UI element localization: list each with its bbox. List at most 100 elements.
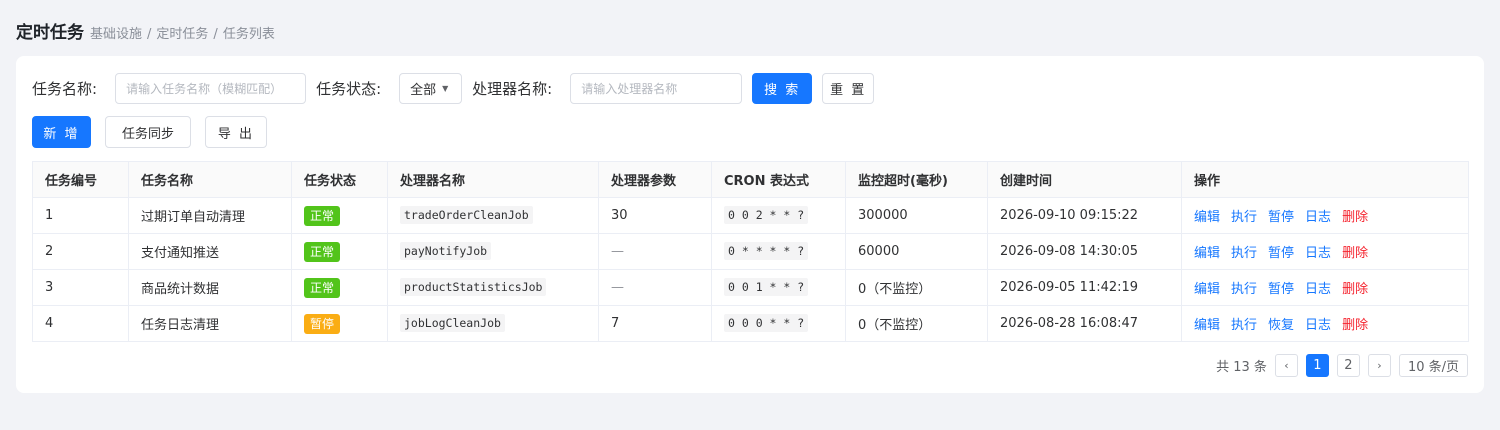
page-title: 定时任务 [16, 23, 84, 43]
status-badge: 正常 [304, 205, 341, 226]
edit-link[interactable]: 编辑 [1194, 282, 1220, 297]
pagination: 共 13 条 ‹ 1 2 › 10 条/页 [1216, 354, 1468, 377]
operations-cell: 编辑 执行 暂停 日志 删除 [1181, 233, 1469, 270]
log-link[interactable]: 日志 [1305, 282, 1331, 297]
edit-link[interactable]: 编辑 [1194, 246, 1220, 261]
created-time-cell: 2026-09-05 11:42:19 [987, 269, 1182, 306]
handler-param-cell: — [598, 233, 712, 270]
column-header: 处理器名称 [387, 161, 599, 198]
execute-link[interactable]: 执行 [1231, 318, 1257, 333]
handler-param-cell: — [598, 269, 712, 306]
task-status-value: 全部 [410, 83, 437, 98]
cron-code: 0 0 0 * * ? [724, 314, 809, 332]
breadcrumb-item[interactable]: 定时任务 [156, 27, 208, 42]
column-header: 任务编号 [32, 161, 129, 198]
task-id-cell: 2 [32, 233, 129, 270]
handler-name-cell: jobLogCleanJob [387, 305, 599, 342]
column-header: 操作 [1181, 161, 1469, 198]
reset-button[interactable]: 重 置 [822, 73, 875, 104]
page-header: 定时任务 基础设施 / 定时任务 / 任务列表 [16, 18, 275, 43]
execute-link[interactable]: 执行 [1231, 246, 1257, 261]
task-status-cell: 暂停 [291, 305, 388, 342]
table-row: 3 商品统计数据 正常 productStatisticsJob — 0 0 1… [32, 269, 1469, 306]
column-header: 处理器参数 [598, 161, 712, 198]
page-button-current[interactable]: 1 [1305, 354, 1329, 377]
handler-code: jobLogCleanJob [400, 314, 505, 332]
log-link[interactable]: 日志 [1305, 246, 1331, 261]
search-form: 任务名称: 任务状态: 全部 ▼ 处理器名称: 搜 索 重 置 [32, 73, 875, 104]
cron-cell: 0 0 1 * * ? [711, 269, 846, 306]
task-id-cell: 4 [32, 305, 129, 342]
timeout-cell: 60000 [845, 233, 988, 270]
export-button[interactable]: 导 出 [205, 116, 267, 148]
task-status-label: 任务状态: [316, 80, 382, 98]
breadcrumb-item-current: 任务列表 [222, 27, 275, 42]
table-header-row: 任务编号 任务名称 任务状态 处理器名称 处理器参数 CRON 表达式 监控超时… [32, 161, 1469, 198]
column-header: CRON 表达式 [711, 161, 846, 198]
log-link[interactable]: 日志 [1305, 210, 1331, 225]
handler-name-cell: productStatisticsJob [387, 269, 599, 306]
log-link[interactable]: 日志 [1305, 318, 1331, 333]
operations-cell: 编辑 执行 恢复 日志 删除 [1181, 305, 1469, 342]
handler-code: payNotifyJob [400, 242, 492, 260]
handler-param-cell: 30 [598, 197, 712, 234]
delete-link[interactable]: 删除 [1342, 282, 1368, 297]
page-button[interactable]: 2 [1336, 354, 1360, 377]
pause-link[interactable]: 暂停 [1268, 210, 1294, 225]
action-bar: 新 增 任务同步 导 出 [32, 116, 267, 148]
delete-link[interactable]: 删除 [1342, 246, 1368, 261]
delete-link[interactable]: 删除 [1342, 210, 1368, 225]
handler-name-cell: tradeOrderCleanJob [387, 197, 599, 234]
column-header: 创建时间 [987, 161, 1182, 198]
add-button[interactable]: 新 增 [32, 116, 91, 148]
handler-name-label: 处理器名称: [472, 80, 553, 98]
status-badge: 正常 [304, 241, 341, 262]
table-row: 2 支付通知推送 正常 payNotifyJob — 0 * * * * ? 6… [32, 233, 1469, 270]
timeout-cell: 0（不监控） [845, 269, 988, 306]
pause-link[interactable]: 暂停 [1268, 282, 1294, 297]
execute-link[interactable]: 执行 [1231, 210, 1257, 225]
handler-name-input[interactable] [570, 73, 743, 104]
prev-page-button[interactable]: ‹ [1274, 354, 1298, 377]
timeout-cell: 300000 [845, 197, 988, 234]
table-row: 1 过期订单自动清理 正常 tradeOrderCleanJob 30 0 0 … [32, 197, 1469, 234]
column-header: 任务状态 [291, 161, 388, 198]
edit-link[interactable]: 编辑 [1194, 210, 1220, 225]
task-name-cell: 商品统计数据 [128, 269, 292, 306]
cron-cell: 0 * * * * ? [711, 233, 846, 270]
breadcrumb-separator: / [147, 27, 152, 42]
task-status-cell: 正常 [291, 269, 388, 306]
task-status-select[interactable]: 全部 ▼ [399, 73, 463, 104]
breadcrumb-item[interactable]: 基础设施 [90, 27, 142, 42]
content-card: 任务名称: 任务状态: 全部 ▼ 处理器名称: 搜 索 重 置 新 增 任务同步… [16, 56, 1484, 393]
breadcrumb-separator: / [213, 27, 218, 42]
task-status-cell: 正常 [291, 233, 388, 270]
column-header: 监控超时(毫秒) [845, 161, 988, 198]
breadcrumb: 基础设施 / 定时任务 / 任务列表 [90, 23, 275, 42]
handler-code: tradeOrderCleanJob [400, 206, 533, 224]
task-name-input[interactable] [115, 73, 307, 104]
task-id-cell: 3 [32, 269, 129, 306]
task-name-label: 任务名称: [32, 80, 98, 98]
handler-param-cell: 7 [598, 305, 712, 342]
task-status-cell: 正常 [291, 197, 388, 234]
operations-cell: 编辑 执行 暂停 日志 删除 [1181, 269, 1469, 306]
page-size-select[interactable]: 10 条/页 [1398, 354, 1468, 377]
cron-cell: 0 0 0 * * ? [711, 305, 846, 342]
total-count: 共 13 条 [1216, 360, 1267, 375]
resume-link[interactable]: 恢复 [1268, 318, 1294, 333]
task-id-cell: 1 [32, 197, 129, 234]
task-name-cell: 过期订单自动清理 [128, 197, 292, 234]
cron-code: 0 * * * * ? [724, 242, 809, 260]
caret-down-icon: ▼ [442, 84, 449, 93]
execute-link[interactable]: 执行 [1231, 282, 1257, 297]
edit-link[interactable]: 编辑 [1194, 318, 1220, 333]
status-badge: 暂停 [304, 313, 341, 334]
task-name-cell: 支付通知推送 [128, 233, 292, 270]
next-page-button[interactable]: › [1367, 354, 1391, 377]
delete-link[interactable]: 删除 [1342, 318, 1368, 333]
created-time-cell: 2026-09-08 14:30:05 [987, 233, 1182, 270]
search-button[interactable]: 搜 索 [752, 73, 813, 104]
pause-link[interactable]: 暂停 [1268, 246, 1294, 261]
sync-button[interactable]: 任务同步 [105, 116, 191, 148]
